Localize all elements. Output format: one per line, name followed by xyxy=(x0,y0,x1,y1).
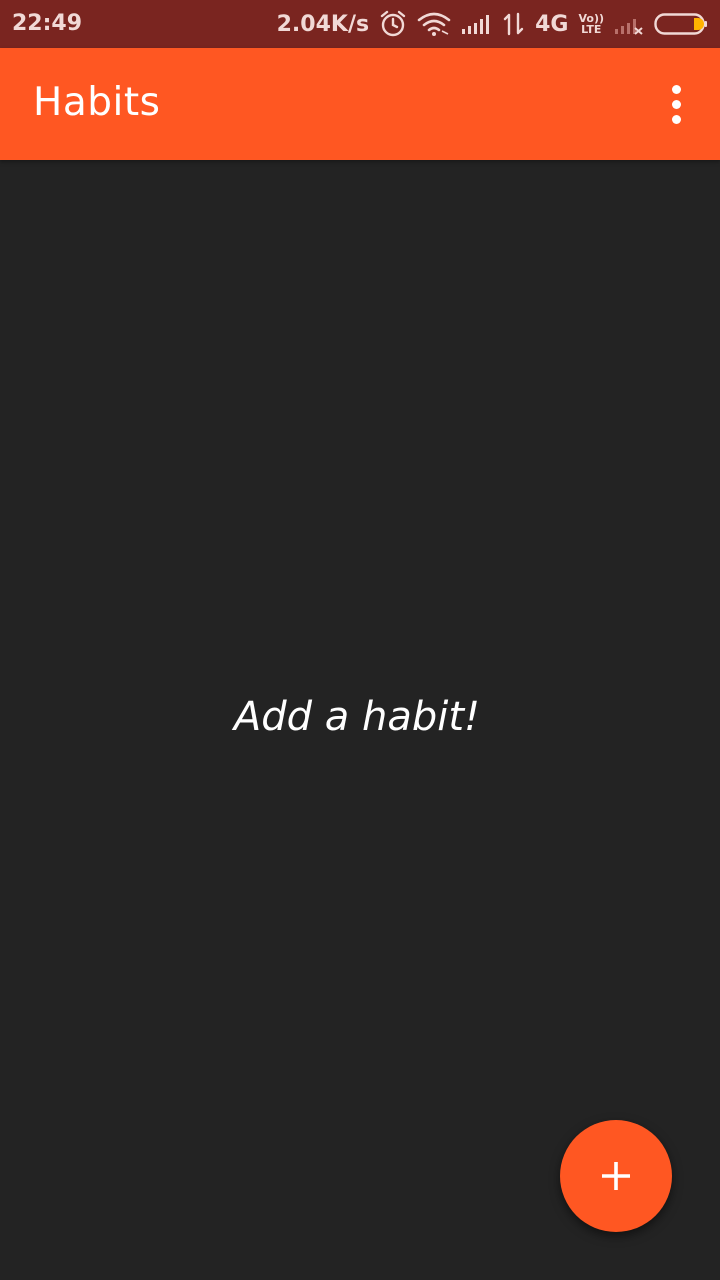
more-vert-icon[interactable] xyxy=(656,76,696,132)
menu-dot xyxy=(671,84,681,94)
wifi-icon xyxy=(417,0,451,48)
network-type: 4G xyxy=(535,11,569,37)
network-speed: 2.04K/s xyxy=(276,11,370,37)
add-icon xyxy=(600,1160,632,1192)
alarm-icon xyxy=(379,0,407,48)
volte-bottom-label: LTE xyxy=(581,23,602,36)
signal-icon xyxy=(461,0,493,48)
status-time: 22:49 xyxy=(12,11,83,36)
empty-state-message: Add a habit! xyxy=(233,694,481,740)
menu-dot xyxy=(671,99,681,109)
volte-icon: Vo)) LTE xyxy=(578,0,604,48)
add-habit-button[interactable] xyxy=(560,1120,672,1232)
app-bar: Habits xyxy=(0,48,720,160)
battery-icon xyxy=(654,0,708,48)
habits-screen: 22:49 2.04K/s 4G Vo)) LTE Habits Add a h… xyxy=(0,0,720,1280)
no-signal-icon xyxy=(614,0,644,48)
data-arrows-icon xyxy=(503,0,525,48)
menu-dot xyxy=(671,114,681,124)
status-icons: 2.04K/s 4G Vo)) LTE xyxy=(277,0,708,48)
status-bar: 22:49 2.04K/s 4G Vo)) LTE xyxy=(0,0,720,48)
app-title: Habits xyxy=(33,80,161,125)
